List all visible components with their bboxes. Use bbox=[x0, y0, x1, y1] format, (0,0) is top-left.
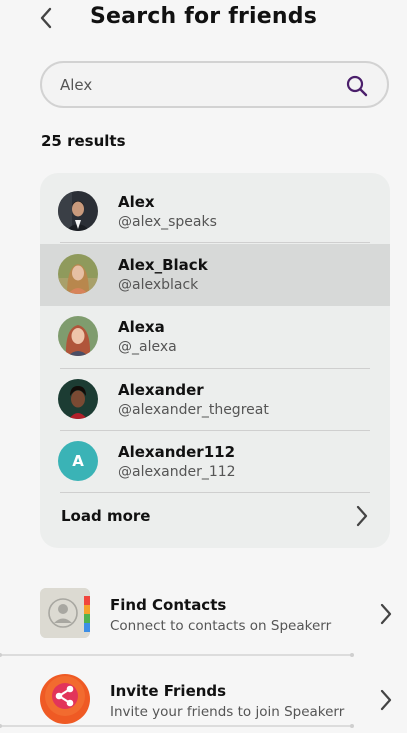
result-row-alexander[interactable]: Alexander @alexander_thegreat bbox=[40, 369, 390, 431]
search-box[interactable] bbox=[40, 61, 389, 108]
header: Search for friends bbox=[0, 0, 407, 40]
load-more-label: Load more bbox=[61, 507, 151, 525]
find-contacts-title: Find Contacts bbox=[110, 596, 227, 614]
user-name: Alexander112 bbox=[118, 443, 236, 461]
user-name: Alexander bbox=[118, 381, 204, 399]
avatar bbox=[58, 379, 98, 419]
result-row-alex[interactable]: Alex @alex_speaks bbox=[40, 181, 390, 243]
user-handle: @alexander_thegreat bbox=[118, 402, 269, 418]
invite-friends-subtitle: Invite your friends to join Speakerr bbox=[110, 704, 345, 720]
avatar-initial: A bbox=[58, 441, 98, 481]
avatar bbox=[58, 316, 98, 356]
user-handle: @_alexa bbox=[118, 339, 177, 355]
user-name: Alex bbox=[118, 193, 155, 211]
results-list: Alex @alex_speaks Alex_Black @alexblack bbox=[40, 173, 390, 548]
chevron-right-icon bbox=[380, 689, 392, 711]
user-handle: @alexblack bbox=[118, 277, 199, 293]
result-row-alexander112[interactable]: A Alexander112 @alexander_112 bbox=[40, 431, 390, 493]
page-title: Search for friends bbox=[89, 4, 317, 29]
load-more-button[interactable]: Load more bbox=[40, 493, 390, 541]
row-divider bbox=[60, 242, 370, 243]
user-name: Alexa bbox=[118, 318, 165, 336]
user-handle: @alexander_112 bbox=[118, 464, 236, 480]
contacts-icon bbox=[40, 588, 90, 638]
section-divider bbox=[0, 724, 354, 728]
chevron-right-icon bbox=[380, 603, 392, 625]
chevron-right-icon bbox=[356, 505, 368, 527]
invite-friends-title: Invite Friends bbox=[110, 682, 227, 700]
search-icon[interactable] bbox=[345, 74, 369, 98]
share-icon bbox=[40, 674, 90, 724]
find-contacts-row[interactable]: Find Contacts Connect to contacts on Spe… bbox=[40, 588, 392, 654]
results-count: 25 results bbox=[41, 132, 126, 150]
avatar bbox=[58, 191, 98, 231]
section-divider bbox=[0, 653, 354, 657]
find-contacts-subtitle: Connect to contacts on Speakerr bbox=[110, 618, 332, 634]
result-row-alexa[interactable]: Alexa @_alexa bbox=[40, 306, 390, 368]
user-name: Alex_Black bbox=[118, 256, 208, 274]
result-row-alex-black[interactable]: Alex_Black @alexblack bbox=[40, 244, 390, 306]
search-input[interactable] bbox=[60, 72, 330, 98]
user-handle: @alex_speaks bbox=[118, 214, 217, 230]
avatar bbox=[58, 254, 98, 294]
